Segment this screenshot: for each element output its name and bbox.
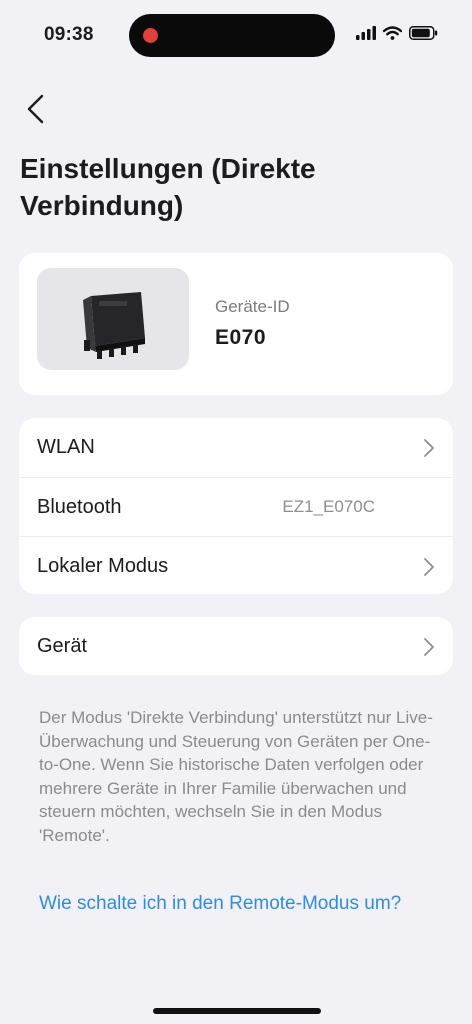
status-time: 09:38 [44, 24, 94, 45]
wlan-label: WLAN [37, 436, 95, 458]
local-mode-row[interactable]: Lokaler Modus [19, 536, 453, 594]
chevron-right-icon [424, 558, 434, 576]
remote-mode-help-link[interactable]: Wie schalte ich in den Remote-Modus um? [39, 893, 401, 915]
chevron-right-icon [424, 638, 434, 656]
page-title: Einstellungen (Direkte Verbindung) [20, 153, 316, 221]
home-indicator[interactable] [153, 1008, 321, 1014]
wlan-row[interactable]: WLAN [19, 418, 453, 477]
chevron-right-icon [424, 439, 434, 457]
local-mode-label: Lokaler Modus [37, 554, 169, 577]
dynamic-island [129, 14, 335, 57]
device-row-label: Gerät [37, 634, 88, 657]
device-info-card: Geräte-ID E070 [19, 253, 453, 395]
device-id-value: E070 [215, 326, 267, 349]
device-id-label: Geräte-ID [215, 297, 290, 316]
bluetooth-label: Bluetooth [37, 495, 122, 518]
device-row[interactable]: Gerät [19, 617, 453, 675]
status-icons [356, 26, 438, 40]
bluetooth-row: Bluetooth EZ1_E070C [19, 477, 453, 536]
wifi-icon [383, 26, 402, 40]
mode-info-text: Der Modus 'Direkte Verbindung' unterstüt… [39, 708, 433, 845]
recording-indicator-icon [143, 28, 158, 43]
device-settings-card: Gerät [19, 617, 453, 675]
bluetooth-value: EZ1_E070C [282, 497, 375, 516]
battery-icon [409, 26, 438, 40]
back-chevron-icon[interactable] [22, 92, 52, 126]
cellular-signal-icon [356, 26, 376, 40]
inverter-device-icon [83, 292, 145, 359]
status-bar: 09:38 [0, 0, 472, 70]
connection-settings-card: WLAN Bluetooth EZ1_E070C Lokaler Modus [19, 418, 453, 594]
redacted-overlay [269, 323, 429, 351]
device-image [37, 268, 189, 370]
